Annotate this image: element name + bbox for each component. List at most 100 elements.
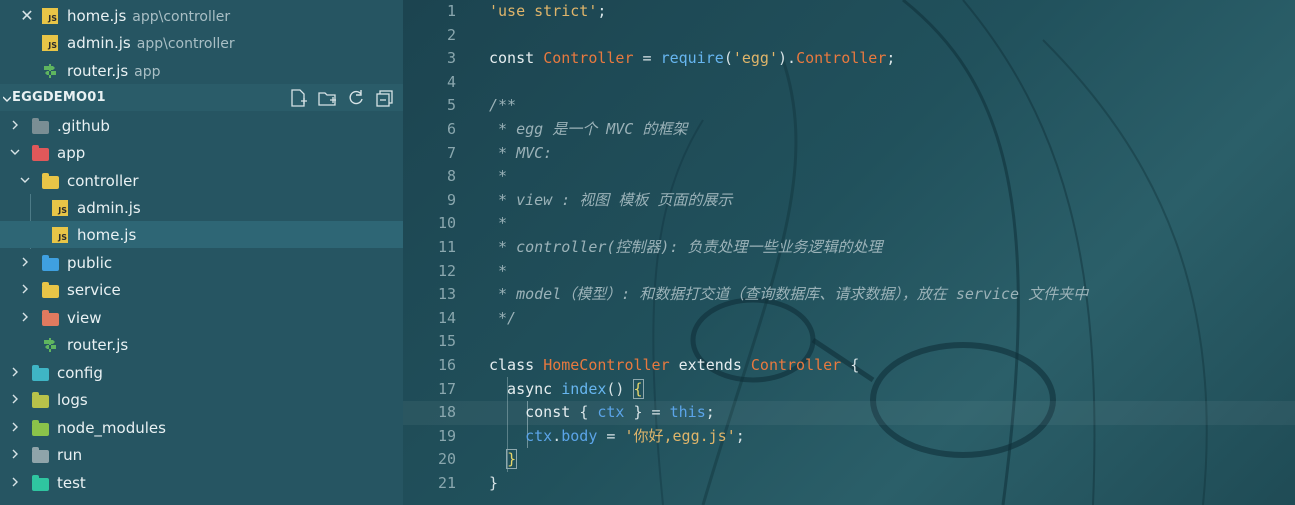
code-token: } xyxy=(489,474,499,492)
code-text: * xyxy=(489,165,507,189)
line-number: 20 xyxy=(437,450,456,469)
code-line[interactable]: 2 xyxy=(403,24,1295,48)
code-text: class HomeController extends Controller … xyxy=(489,354,859,378)
code-token: () xyxy=(606,379,634,398)
code-line[interactable]: 11 * controller(控制器): 负责处理一些业务逻辑的处理 xyxy=(403,236,1295,260)
test-folder-icon xyxy=(32,475,49,491)
code-line[interactable]: 4 xyxy=(403,71,1295,95)
code-line[interactable]: 14 */ xyxy=(403,307,1295,331)
code-editor[interactable]: 1 'use strict'; 2 3 const Controller = requi… xyxy=(403,0,1295,505)
code-line[interactable]: 9 * view : 视图 模板 页面的展示 xyxy=(403,189,1295,213)
router-icon xyxy=(42,63,58,79)
tree-item-admin-js[interactable]: JS admin.js xyxy=(0,194,403,221)
tree-item-config[interactable]: config xyxy=(0,359,403,386)
tree-item-label: home.js xyxy=(77,225,137,244)
line-number: 13 xyxy=(437,285,456,304)
open-editor-home[interactable]: ✕ JS home.js app\controller xyxy=(0,2,403,29)
code-text: * controller(控制器): 负责处理一些业务逻辑的处理 xyxy=(489,236,883,260)
close-icon[interactable]: ✕ xyxy=(20,7,34,23)
code-line[interactable]: 6 * egg 是一个 MVC 的框架 xyxy=(403,118,1295,142)
code-line[interactable]: 17 async index() { xyxy=(403,378,1295,402)
open-editor-router[interactable]: router.js app xyxy=(0,57,403,84)
js-icon: JS xyxy=(52,227,68,243)
tree-item-home-js[interactable]: JS home.js xyxy=(0,221,403,248)
tree-item-test[interactable]: test xyxy=(0,469,403,496)
code-token: ). xyxy=(778,49,797,68)
code-line[interactable]: 5 /** xyxy=(403,94,1295,118)
code-line[interactable]: 3 const Controller = require('egg').Contr… xyxy=(403,47,1295,71)
router-icon xyxy=(42,337,58,353)
code-line[interactable]: 15 xyxy=(403,330,1295,354)
code-token: * xyxy=(489,261,508,280)
line-number: 18 xyxy=(437,403,456,422)
code-token: . xyxy=(552,426,562,445)
tree-item-label: logs xyxy=(57,390,88,409)
code-token: /** xyxy=(489,96,517,115)
chevron-right-icon xyxy=(9,448,21,460)
tree-item-label: app xyxy=(57,143,86,162)
code-text: */ xyxy=(489,307,516,331)
collapse-all-icon[interactable] xyxy=(375,88,395,108)
tree-item-logs[interactable]: logs xyxy=(0,386,403,413)
code-text: * egg 是一个 MVC 的框架 xyxy=(489,118,687,142)
code-line[interactable]: 21} xyxy=(403,472,1295,496)
code-line[interactable]: 12 * xyxy=(403,260,1295,284)
code-token: = xyxy=(633,49,661,68)
tree-item-label: router.js xyxy=(67,335,129,354)
line-number: 3 xyxy=(446,49,456,68)
tree-item-public[interactable]: public xyxy=(0,249,403,276)
js-icon: JS xyxy=(42,7,58,24)
tree-item-node-modules[interactable]: node_modules xyxy=(0,414,403,441)
code-line[interactable]: 16 class HomeController extends Controlle… xyxy=(403,354,1295,378)
code-token: ( xyxy=(723,49,733,68)
chevron-down-icon xyxy=(9,146,21,158)
code-line[interactable]: 8 * xyxy=(403,165,1295,189)
new-folder-icon[interactable] xyxy=(317,88,337,108)
code-token: * xyxy=(489,167,508,186)
code-line[interactable]: 19 ctx.body = '你好,egg.js'; xyxy=(403,425,1295,449)
code-line[interactable]: 10 * xyxy=(403,212,1295,236)
explorer-section-header[interactable]: EGGDEMO01 xyxy=(0,84,403,111)
line-number: 14 xyxy=(437,308,456,327)
line-number: 11 xyxy=(437,238,456,256)
code-line[interactable]: 18 const { ctx } = this; xyxy=(403,401,1295,425)
tree-item-service[interactable]: service xyxy=(0,276,403,303)
code-token: Controller xyxy=(543,49,634,68)
open-editor-path: app\controller xyxy=(136,35,235,52)
code-line[interactable]: 13 * model（模型）: 和数据打交道（查询数据库、请求数据），放在 se… xyxy=(403,283,1295,307)
tree-item-controller[interactable]: controller xyxy=(0,167,403,194)
explorer-actions xyxy=(288,88,395,108)
explorer-sidebar: ✕ JS home.js app\controller JS admin.js ap… xyxy=(0,0,403,505)
open-editor-admin[interactable]: JS admin.js app\controller xyxy=(0,29,403,56)
line-number: 10 xyxy=(437,214,456,233)
refresh-icon[interactable] xyxy=(346,88,366,108)
code-token: ; xyxy=(735,426,745,445)
tree-item-router-js[interactable]: router.js xyxy=(0,331,403,358)
code-token: 'egg' xyxy=(732,49,778,68)
new-file-icon[interactable] xyxy=(288,88,308,108)
tree-item-app[interactable]: app xyxy=(0,139,403,166)
chevron-right-icon xyxy=(19,283,31,295)
line-number: 16 xyxy=(437,356,456,374)
tree-item-label: test xyxy=(57,473,86,492)
code-text: 'use strict'; xyxy=(489,0,606,24)
code-text: async index() { xyxy=(489,378,644,402)
tree-item-github[interactable]: .github xyxy=(0,112,403,139)
code-token: ctx xyxy=(597,403,625,422)
node-modules-folder-icon xyxy=(32,420,49,436)
code-line[interactable]: 1 'use strict'; xyxy=(403,0,1295,24)
code-token: body xyxy=(561,426,598,445)
code-token: HomeController xyxy=(543,356,670,374)
code-line[interactable]: 20 } xyxy=(403,448,1295,472)
code-text: } xyxy=(489,472,498,496)
tree-item-view[interactable]: view xyxy=(0,304,403,331)
service-folder-icon xyxy=(42,282,59,298)
code-text: const Controller = require('egg').Contro… xyxy=(489,47,895,71)
tree-item-run[interactable]: run xyxy=(0,441,403,468)
view-folder-icon xyxy=(42,310,59,326)
chevron-right-icon xyxy=(9,476,21,488)
code-line[interactable]: 7 * MVC: xyxy=(403,142,1295,166)
logs-folder-icon xyxy=(32,392,49,408)
code-token: ; xyxy=(597,2,607,20)
chevron-right-icon xyxy=(9,119,21,131)
